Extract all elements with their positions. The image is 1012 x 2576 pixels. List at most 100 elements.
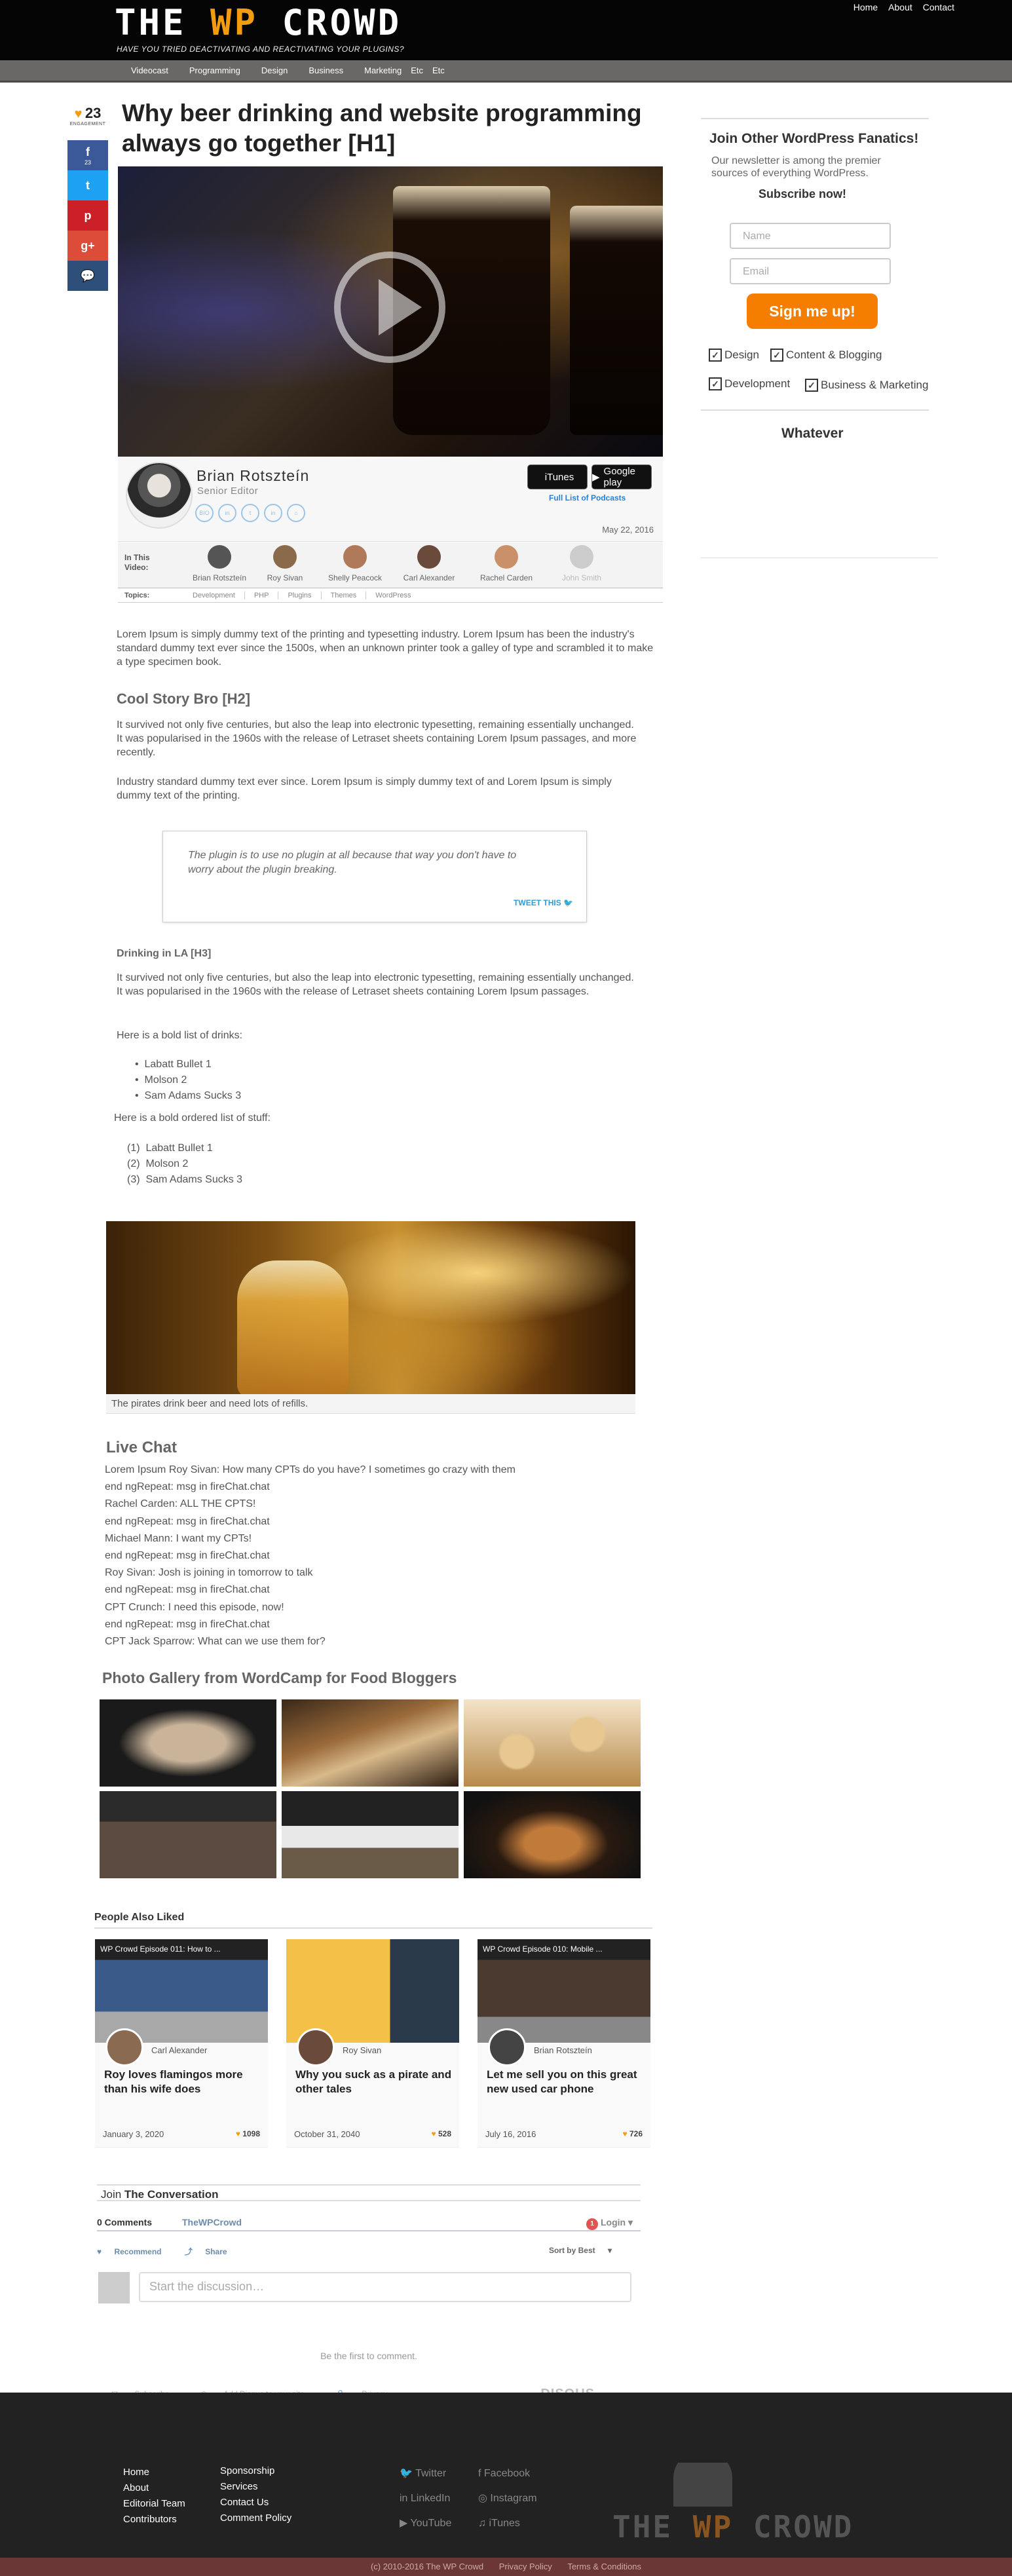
list-label: Here is a bold ordered list of stuff: [114, 1112, 271, 1124]
topic-tag[interactable]: WordPress [366, 592, 420, 599]
bio-icon[interactable]: BIO [195, 504, 214, 522]
topic-tag[interactable]: Development [183, 592, 245, 599]
comment-input[interactable]: Start the discussion… [139, 2272, 631, 2302]
card-headline[interactable]: Roy loves flamingos more than his wife d… [104, 2068, 261, 2096]
tab-community[interactable]: TheWPCrowd [182, 2217, 242, 2227]
gallery-image[interactable] [100, 1699, 276, 1787]
cast-member[interactable]: John Smith [546, 545, 618, 582]
tab-comments[interactable]: 0 Comments [97, 2217, 152, 2227]
category-nav-bar: Videocast Programming Design Business Ma… [0, 60, 1012, 83]
author-avatar [126, 462, 193, 529]
home-icon[interactable]: ⌂ [287, 504, 305, 522]
checkbox-content-blogging[interactable]: ✓ Content & Blogging [770, 349, 882, 362]
crowd-illustration [673, 2452, 732, 2507]
chat-message: CPT Jack Sparrow: What can we use them f… [105, 1636, 326, 1648]
signup-button[interactable]: Sign me up! [747, 294, 878, 329]
terms-link[interactable]: Terms & Conditions [567, 2562, 641, 2571]
heart-icon: ♥ [622, 2129, 628, 2138]
footer-social-instagram[interactable]: ◎ Instagram [478, 2486, 537, 2511]
card-headline[interactable]: Why you suck as a pirate and other tales [295, 2068, 453, 2096]
footer-social-youtube[interactable]: ▶ YouTube [400, 2511, 451, 2536]
footer-logo[interactable]: THE WP CROWD [612, 2509, 853, 2545]
cast-member[interactable]: Shelly Peacock [319, 545, 391, 582]
nav-marketing[interactable]: Marketing [364, 66, 402, 75]
footer-link[interactable]: Contributors [123, 2512, 185, 2528]
checkbox-development[interactable]: ✓ Development [709, 377, 790, 390]
nav-home[interactable]: Home [853, 2, 878, 12]
twitter-icon[interactable]: t [241, 504, 259, 522]
cast-member[interactable]: Rachel Carden [470, 545, 542, 582]
checkbox-business-marketing[interactable]: ✓ Business & Marketing [805, 379, 928, 392]
gallery-image[interactable] [282, 1791, 459, 1878]
related-card[interactable]: Roy Sivan Why you suck as a pirate and o… [286, 1939, 459, 2148]
card-thumbnail[interactable] [286, 1939, 459, 2043]
facebook-share-button[interactable]: f 23 [67, 140, 108, 170]
footer-social-itunes[interactable]: ♫ iTunes [478, 2511, 537, 2536]
gallery-image[interactable] [464, 1791, 641, 1878]
nav-about[interactable]: About [888, 2, 912, 12]
card-headline[interactable]: Let me sell you on this great new used c… [487, 2068, 644, 2096]
nav-etc[interactable]: Etc [411, 66, 423, 75]
card-date: October 31, 2040 [294, 2129, 360, 2139]
privacy-policy-link[interactable]: Privacy Policy [499, 2562, 552, 2571]
share-button[interactable]: ⤴ Share [185, 2247, 238, 2256]
live-chat-title: Live Chat [106, 1439, 178, 1456]
linkedin-icon: in [400, 2493, 408, 2504]
recommend-button[interactable]: ♥ Recommend [97, 2247, 172, 2256]
card-thumbnail[interactable]: WP Crowd Episode 011: How to ... [95, 1939, 268, 2043]
nav-design[interactable]: Design [261, 66, 288, 75]
nav-business[interactable]: Business [309, 66, 343, 75]
related-card[interactable]: WP Crowd Episode 011: How to ... Carl Al… [95, 1939, 268, 2148]
footer-link[interactable]: Sponsorship [220, 2463, 291, 2479]
cast-member[interactable]: Carl Alexander [393, 545, 465, 582]
twitter-share-button[interactable]: t [67, 170, 108, 200]
topic-tag[interactable]: Themes [322, 592, 367, 599]
topic-tag[interactable]: Plugins [278, 592, 322, 599]
footer-link[interactable]: Services [220, 2479, 291, 2495]
cast-member[interactable]: Roy Sivan [249, 545, 321, 582]
login-button[interactable]: 1 Login ▾ [586, 2217, 633, 2230]
related-card[interactable]: WP Crowd Episode 010: Mobile ... Brian R… [478, 1939, 650, 2148]
gallery-image[interactable] [464, 1699, 641, 1787]
email-field[interactable]: Email [730, 258, 891, 284]
video-player[interactable] [118, 166, 663, 457]
card-author: Roy Sivan [343, 2045, 382, 2055]
footer-link[interactable]: Editorial Team [123, 2496, 185, 2512]
footer-link[interactable]: Home [123, 2465, 185, 2480]
list-item: (2) Molson 2 [127, 1158, 189, 1169]
itunes-button[interactable]: iTunes [527, 464, 588, 489]
comment-icon: 💬 [80, 269, 96, 282]
footer-link[interactable]: Contact Us [220, 2495, 291, 2510]
nav-contact[interactable]: Contact [923, 2, 954, 12]
footer-social-twitter[interactable]: 🐦 Twitter [400, 2461, 451, 2486]
linkedin-icon[interactable]: in [264, 504, 282, 522]
linkedin-icon[interactable]: in [218, 504, 236, 522]
card-author: Brian Rotszteín [534, 2045, 592, 2055]
footer-social-linkedin[interactable]: in LinkedIn [400, 2486, 451, 2511]
author-social-links: BIO in t in ⌂ [195, 504, 305, 522]
card-thumbnail[interactable]: WP Crowd Episode 010: Mobile ... [478, 1939, 650, 2043]
nav-videocast[interactable]: Videocast [131, 66, 168, 75]
comment-share-button[interactable]: 💬 [67, 261, 108, 291]
nav-etc-2[interactable]: Etc [432, 66, 445, 75]
podcast-list-link[interactable]: Full List of Podcasts [549, 493, 626, 502]
play-icon[interactable] [334, 252, 445, 363]
site-logo[interactable]: THE WP CROWD [115, 3, 402, 43]
footer-social-facebook[interactable]: f Facebook [478, 2461, 537, 2486]
tweet-this-link[interactable]: TWEET THIS 🐦 [514, 898, 573, 907]
topics-label: Topics: [124, 592, 150, 599]
name-field[interactable]: Name [730, 223, 891, 249]
sort-dropdown[interactable]: Sort by Best ▾ [549, 2246, 622, 2255]
pinterest-share-button[interactable]: p [67, 200, 108, 231]
topic-tag[interactable]: PHP [245, 592, 279, 599]
checkbox-design[interactable]: ✓ Design [709, 349, 759, 362]
google-plus-share-button[interactable]: g+ [67, 231, 108, 261]
footer-link[interactable]: About [123, 2480, 185, 2496]
author-name[interactable]: Brian Rotszteín [197, 467, 309, 485]
gallery-image[interactable] [100, 1791, 276, 1878]
google-play-button[interactable]: ▶ Google play [591, 464, 652, 489]
footer-link[interactable]: Comment Policy [220, 2510, 291, 2526]
gallery-image[interactable] [282, 1699, 459, 1787]
cast-member[interactable]: Brian Rotszteín [183, 545, 255, 582]
nav-programming[interactable]: Programming [189, 66, 240, 75]
